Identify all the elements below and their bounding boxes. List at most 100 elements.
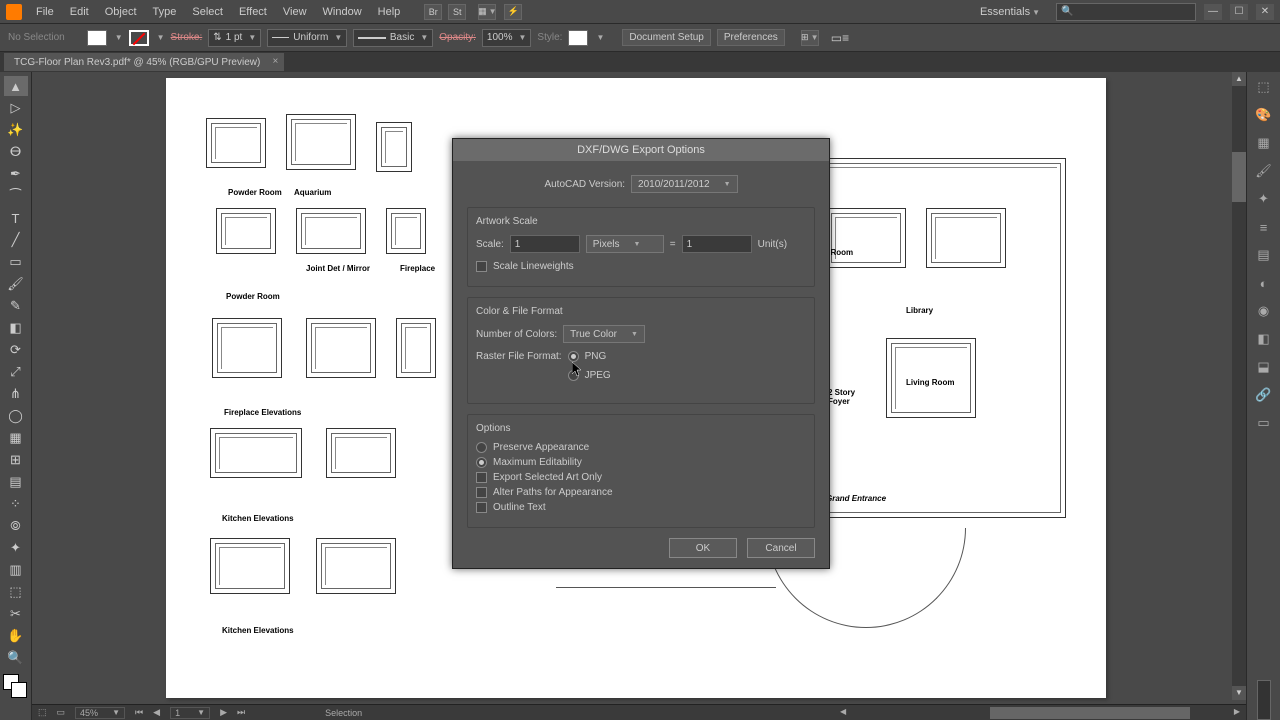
rotate-tool[interactable]: ⟳ (4, 340, 28, 360)
raster-jpeg-radio[interactable]: JPEG (568, 370, 611, 381)
scale-tool[interactable]: ⤢ (4, 362, 28, 382)
search-input[interactable]: 🔍 (1056, 3, 1196, 21)
scroll-left-icon[interactable]: ◀ (840, 707, 846, 716)
panel-menu-icon[interactable]: ▭≡ (831, 31, 849, 45)
menu-type[interactable]: Type (145, 2, 185, 22)
fill-stroke-swatches[interactable] (3, 674, 29, 700)
artboard-nav-next-icon[interactable]: ▶ (220, 707, 227, 718)
paintbrush-tool[interactable]: 🖌 (4, 274, 28, 294)
outline-text-checkbox[interactable]: Outline Text (476, 502, 806, 513)
symbol-sprayer-tool[interactable]: ✦ (4, 538, 28, 558)
document-setup-button[interactable]: Document Setup (622, 29, 711, 46)
menu-edit[interactable]: Edit (62, 2, 97, 22)
mesh-tool[interactable]: ⊞ (4, 450, 28, 470)
swatches-panel-icon[interactable]: ▦ (1253, 132, 1275, 154)
eraser-tool[interactable]: ◧ (4, 318, 28, 338)
brushes-panel-icon[interactable]: 🖌 (1253, 160, 1275, 182)
menu-help[interactable]: Help (370, 2, 409, 22)
preferences-button[interactable]: Preferences (717, 29, 785, 46)
layers-panel-icon[interactable]: ⬓ (1253, 356, 1275, 378)
maximize-button[interactable]: ☐ (1230, 4, 1248, 20)
width-tool[interactable]: ⋔ (4, 384, 28, 404)
gradient-tool[interactable]: ▤ (4, 472, 28, 492)
ok-button[interactable]: OK (669, 538, 737, 558)
scroll-up-icon[interactable]: ▲ (1232, 72, 1246, 86)
minimize-button[interactable]: — (1204, 4, 1222, 20)
units-input[interactable]: 1 (682, 235, 752, 253)
stroke-weight-input[interactable]: ⇅1 pt▼ (208, 29, 261, 47)
blend-tool[interactable]: ⦾ (4, 516, 28, 536)
opacity-input[interactable]: 100%▼ (482, 29, 532, 47)
menu-select[interactable]: Select (184, 2, 231, 22)
workspace-switcher[interactable]: Essentials▼ (972, 2, 1048, 22)
direct-selection-tool[interactable]: ▷ (4, 98, 28, 118)
menu-file[interactable]: File (28, 2, 62, 22)
artboard-nav-prev-icon[interactable]: ◀ (153, 707, 160, 718)
gradient-panel-icon[interactable]: ▤ (1253, 244, 1275, 266)
scroll-right-icon[interactable]: ▶ (1234, 707, 1240, 716)
shape-builder-tool[interactable]: ◯ (4, 406, 28, 426)
transparency-panel-icon[interactable]: ◐ (1253, 272, 1275, 294)
links-panel-icon[interactable]: 🔗 (1253, 384, 1275, 406)
graph-tool[interactable]: ▥ (4, 560, 28, 580)
artboard-nav-last-icon[interactable]: ⏭ (237, 707, 245, 718)
scroll-down-icon[interactable]: ▼ (1232, 686, 1246, 700)
panel-icon-1[interactable]: ⬚ (1253, 76, 1275, 98)
stroke-profile-dropdown[interactable]: Uniform▼ (267, 29, 347, 47)
raster-png-radio[interactable]: PNG (568, 351, 611, 362)
scale-input[interactable]: 1 (510, 235, 580, 253)
panel-resize-handle[interactable] (1257, 680, 1271, 720)
arrange-docs-icon[interactable]: ▦▼ (478, 4, 496, 20)
vertical-scrollbar[interactable]: ▲ ▼ (1232, 72, 1246, 700)
align-icon[interactable]: ⊞▼ (801, 30, 819, 46)
stock-icon[interactable]: St (448, 4, 466, 20)
close-button[interactable]: ✕ (1256, 4, 1274, 20)
stroke-swatch[interactable] (129, 30, 149, 46)
menu-view[interactable]: View (275, 2, 315, 22)
close-icon[interactable]: × (273, 56, 279, 67)
stroke-panel-icon[interactable]: ≡ (1253, 216, 1275, 238)
selection-tool[interactable]: ▲ (4, 76, 28, 96)
scrollbar-thumb[interactable] (1232, 152, 1246, 202)
pen-tool[interactable]: ✒ (4, 164, 28, 184)
artboard-tool[interactable]: ⬚ (4, 582, 28, 602)
symbols-panel-icon[interactable]: ✦ (1253, 188, 1275, 210)
curvature-tool[interactable]: ⁀ (4, 186, 28, 206)
lasso-tool[interactable]: ⴱ (4, 142, 28, 162)
num-colors-dropdown[interactable]: True Color▼ (563, 325, 645, 343)
appearance-panel-icon[interactable]: ◉ (1253, 300, 1275, 322)
rectangle-tool[interactable]: ▭ (4, 252, 28, 272)
autocad-version-dropdown[interactable]: 2010/2011/2012▼ (631, 175, 738, 193)
slice-tool[interactable]: ✂ (4, 604, 28, 624)
menu-object[interactable]: Object (97, 2, 145, 22)
document-tab[interactable]: TCG-Floor Plan Rev3.pdf* @ 45% (RGB/GPU … (4, 53, 284, 71)
fill-swatch[interactable] (87, 30, 107, 46)
brush-dropdown[interactable]: Basic▼ (353, 29, 433, 47)
scrollbar-h-thumb[interactable] (990, 707, 1190, 719)
menu-window[interactable]: Window (315, 2, 370, 22)
artboard-number[interactable]: 1▼ (170, 707, 210, 719)
menu-effect[interactable]: Effect (231, 2, 275, 22)
zoom-dropdown[interactable]: 45%▼ (75, 707, 125, 719)
horizontal-scrollbar[interactable]: ◀ ▶ (840, 707, 1240, 719)
max-editability-radio[interactable]: Maximum Editability (476, 457, 806, 468)
bridge-icon[interactable]: Br (424, 4, 442, 20)
cancel-button[interactable]: Cancel (747, 538, 815, 558)
export-selected-checkbox[interactable]: Export Selected Art Only (476, 472, 806, 483)
scale-unit-dropdown[interactable]: Pixels▼ (586, 235, 664, 253)
perspective-tool[interactable]: ▦ (4, 428, 28, 448)
magic-wand-tool[interactable]: ✨ (4, 120, 28, 140)
artboard-nav-first-icon[interactable]: ⏮ (135, 707, 143, 718)
artboards-panel-icon[interactable]: ▭ (1253, 412, 1275, 434)
graphic-styles-panel-icon[interactable]: ◧ (1253, 328, 1275, 350)
scale-lineweights-checkbox[interactable]: Scale Lineweights (476, 261, 806, 272)
zoom-tool[interactable]: 🔍 (4, 648, 28, 668)
gpu-icon[interactable]: ⚡ (504, 4, 522, 20)
color-panel-icon[interactable]: 🎨 (1253, 104, 1275, 126)
pencil-tool[interactable]: ✎ (4, 296, 28, 316)
line-tool[interactable]: ╱ (4, 230, 28, 250)
preserve-appearance-radio[interactable]: Preserve Appearance (476, 442, 806, 453)
graphic-style-swatch[interactable] (568, 30, 588, 46)
alter-paths-checkbox[interactable]: Alter Paths for Appearance (476, 487, 806, 498)
type-tool[interactable]: T (4, 208, 28, 228)
